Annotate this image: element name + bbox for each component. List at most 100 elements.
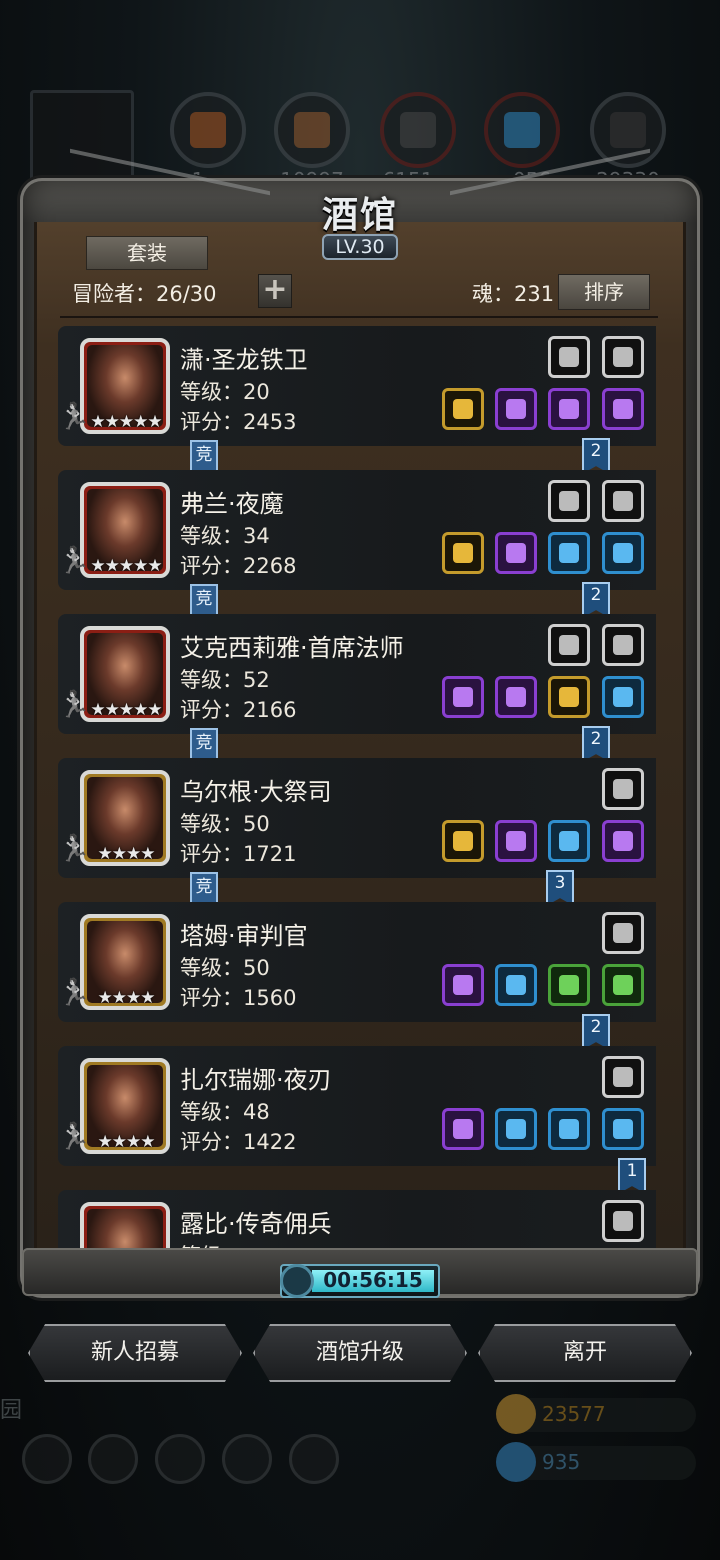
crystal-icon: [484, 92, 560, 168]
upgrade-tavern-button[interactable]: 酒馆升级: [253, 1324, 467, 1382]
helmet-icon: [506, 1119, 526, 1139]
crystal-shard-icon: [613, 923, 633, 943]
hero-name: 艾克西莉雅·首席法师: [180, 634, 404, 662]
equipment-slot[interactable]: [602, 964, 644, 1006]
gem-icon: [613, 1211, 633, 1231]
equipment-slot[interactable]: [442, 1108, 484, 1150]
hero-card[interactable]: 露比·传奇佣兵等级: [58, 1190, 656, 1248]
helmet-icon: [506, 687, 526, 707]
equipment-slot[interactable]: [495, 676, 537, 718]
boots-icon: [613, 1119, 633, 1139]
runner-icon: 🏃: [58, 402, 91, 432]
hero-card[interactable]: ★★★★ 🏃 乌尔根·大祭司 等级：50 评分：1721: [58, 758, 656, 878]
gauntlet-icon: [613, 687, 633, 707]
equipment-slot[interactable]: [602, 336, 644, 378]
equipment-slot[interactable]: [602, 1108, 644, 1150]
iron-icon: [380, 92, 456, 168]
hero-score: 评分：1422: [180, 1130, 297, 1154]
hero-stars: ★★★★: [97, 844, 156, 864]
hero-score: 评分：2166: [180, 698, 297, 722]
equipment-slot[interactable]: [442, 964, 484, 1006]
equipment-slot[interactable]: [495, 1108, 537, 1150]
adventurer-count: 冒险者：26/30: [72, 282, 217, 306]
hero-score: 评分：1721: [180, 842, 297, 866]
hero-card[interactable]: ★★★★★ 🏃 艾克西莉雅·首席法师 等级：52 评分：2166: [58, 614, 656, 734]
team-bookmark: 3: [546, 870, 574, 906]
hero-card[interactable]: ★★★★ 🏃 塔姆·审判官 等级：50 评分：1560: [58, 902, 656, 1022]
hammer-icon: [453, 831, 473, 851]
ring-icon: [613, 975, 633, 995]
chest-armor-icon: [506, 543, 526, 563]
equipment-slot[interactable]: [442, 532, 484, 574]
equipment-slot[interactable]: [548, 336, 590, 378]
equipment-slot[interactable]: [602, 624, 644, 666]
timer-text: 00:56:15: [323, 1268, 423, 1292]
soul-count: 魂：231: [472, 282, 555, 306]
hero-list[interactable]: ★★★★★ 🏃 潇·圣龙铁卫 等级：20 评分：2453 竞 2 ★★★★★ 🏃 弗兰·夜魔 等级：…: [58, 326, 670, 1248]
equipment-slot[interactable]: [548, 480, 590, 522]
hero-card[interactable]: ★★★★★ 🏃 潇·圣龙铁卫 等级：20 评分：2453: [58, 326, 656, 446]
hero-score: 评分：1560: [180, 986, 297, 1010]
equipment-slot[interactable]: [442, 388, 484, 430]
recruit-button[interactable]: 新人招募: [28, 1324, 242, 1382]
gold-value: 23577: [542, 1402, 606, 1426]
hero-name: 塔姆·审判官: [180, 922, 308, 950]
equipment-slot[interactable]: [495, 964, 537, 1006]
refresh-timer: 00:56:15: [280, 1264, 440, 1298]
mail-icon[interactable]: [222, 1434, 272, 1484]
hero-name: 潇·圣龙铁卫: [180, 346, 308, 374]
equipment-slot[interactable]: [602, 1200, 644, 1242]
equipment-slot[interactable]: [548, 820, 590, 862]
helmet-icon: [506, 399, 526, 419]
equipment-slot[interactable]: [442, 676, 484, 718]
equipment-slot[interactable]: [602, 532, 644, 574]
equipment-slot[interactable]: [602, 388, 644, 430]
staff-icon: [453, 687, 473, 707]
add-slot-button[interactable]: +: [258, 274, 292, 308]
equipment-slot[interactable]: [495, 532, 537, 574]
header-divider: [60, 316, 658, 318]
clock-icon: [280, 1264, 314, 1298]
equipment-slot[interactable]: [548, 532, 590, 574]
equipment-slot[interactable]: [602, 912, 644, 954]
gem-counter: 935: [496, 1442, 696, 1482]
runner-icon: 🏃: [58, 978, 91, 1008]
equipment-slot[interactable]: [442, 820, 484, 862]
equipment-slot[interactable]: [548, 676, 590, 718]
wood-icon: [274, 92, 350, 168]
hero-level: 等级：20: [180, 380, 270, 404]
equipment-slot[interactable]: [602, 768, 644, 810]
warhammer-icon: [453, 975, 473, 995]
team-bookmark: 2: [582, 438, 610, 474]
hero-level: 等级: [180, 1240, 222, 1248]
equipment-slot[interactable]: [495, 820, 537, 862]
equipment-slot[interactable]: [602, 676, 644, 718]
sort-button[interactable]: 排序: [558, 274, 650, 310]
runner-icon: 🏃: [58, 690, 91, 720]
equipment-slot[interactable]: [548, 1108, 590, 1150]
set-button[interactable]: 套装: [86, 236, 208, 270]
equipment-slot[interactable]: [602, 480, 644, 522]
star-menu-icon[interactable]: [88, 1434, 138, 1484]
equipment-slot[interactable]: [602, 1056, 644, 1098]
chest-armor-icon: [506, 975, 526, 995]
barrel-armor-icon: [559, 831, 579, 851]
hero-name: 露比·传奇佣兵: [180, 1210, 332, 1238]
hero-portrait[interactable]: [80, 1202, 170, 1248]
hero-card[interactable]: ★★★★★ 🏃 弗兰·夜魔 等级：34 评分：2268: [58, 470, 656, 590]
team-bookmark: 2: [582, 726, 610, 762]
equipment-slot[interactable]: [602, 820, 644, 862]
dagger-icon: [453, 1119, 473, 1139]
hero-card[interactable]: ★★★★ 🏃 扎尔瑞娜·夜刃 等级：48 评分：1422: [58, 1046, 656, 1166]
hero-level: 等级：48: [180, 1100, 270, 1124]
map-icon[interactable]: [289, 1434, 339, 1484]
helmet-icon: [506, 831, 526, 851]
castle-icon[interactable]: [155, 1434, 205, 1484]
equipment-slot[interactable]: [548, 624, 590, 666]
hero-stars: ★★★★★: [90, 700, 162, 720]
settings-icon[interactable]: [22, 1434, 72, 1484]
equipment-slot[interactable]: [548, 964, 590, 1006]
leave-button[interactable]: 离开: [478, 1324, 692, 1382]
equipment-slot[interactable]: [548, 388, 590, 430]
equipment-slot[interactable]: [495, 388, 537, 430]
